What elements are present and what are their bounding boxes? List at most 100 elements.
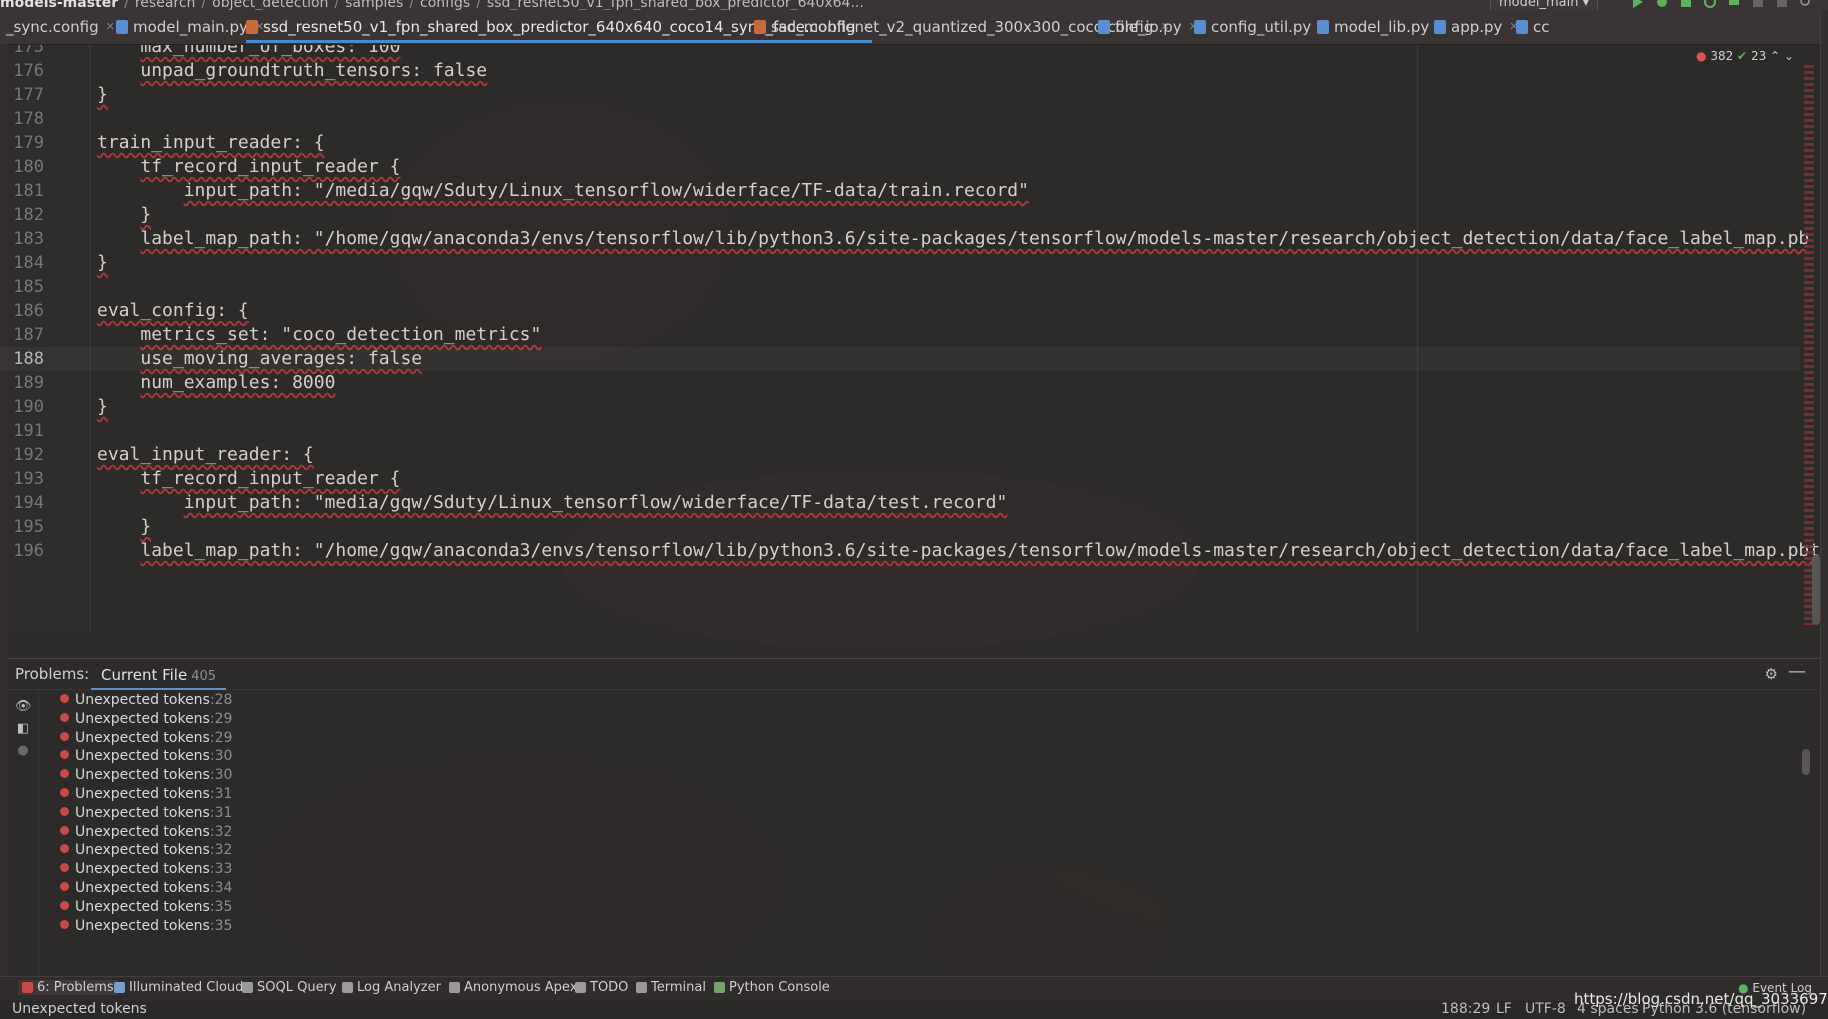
concurrency-icon[interactable] (1728, 0, 1740, 8)
code-line[interactable]: 191 (0, 419, 1800, 443)
problem-line: :35 (209, 898, 233, 915)
problems-header: Problems: Current File 405 ⚙ — (8, 659, 1820, 690)
problem-text: Unexpected tokens (75, 692, 210, 708)
code-line[interactable]: 181 input_path: "/media/gqw/Sduty/Linux_… (0, 179, 1800, 203)
eye-icon[interactable]: 👁 (15, 699, 32, 715)
attach-icon[interactable] (1776, 0, 1788, 8)
chevron-up-icon[interactable]: ⌃ (1770, 49, 1780, 63)
tool-window-6[interactable]: Terminal (636, 980, 706, 995)
line-number: 190 (13, 397, 44, 417)
line-separator[interactable]: LF (1496, 1001, 1512, 1017)
code-text: } (97, 83, 108, 107)
code-line[interactable]: 193 tf_record_input_reader { (0, 467, 1800, 491)
code-line[interactable]: 186 eval_config: { (0, 299, 1800, 323)
right-tool-strip (1820, 10, 1828, 1019)
close-icon[interactable]: ✕ (106, 20, 115, 33)
minimize-icon[interactable]: — (1788, 661, 1806, 682)
breadcrumb-item[interactable]: models-master (0, 0, 118, 10)
code-editor[interactable]: 175 max_number_of_boxes: 100 176 unpad_gr… (0, 45, 1828, 633)
problem-item[interactable]: Unexpected tokens:30 (60, 766, 660, 784)
stop-icon[interactable] (1752, 0, 1764, 8)
code-line[interactable]: 192 eval_input_reader: { (0, 443, 1800, 467)
problem-item[interactable]: Unexpected tokens:33 (60, 860, 660, 878)
tab-current-file[interactable]: Current File 405 (91, 662, 227, 690)
problem-item[interactable]: Unexpected tokens:35 (60, 898, 660, 916)
tab-8[interactable]: cc (1516, 10, 1550, 43)
file-icon (1516, 19, 1528, 34)
tool-window-0[interactable]: 6: Problems (18, 980, 118, 995)
code-line[interactable]: 196 label_map_path: "/home/gqw/anaconda3… (0, 539, 1820, 563)
code-line[interactable]: 187 metrics_set: "coco_detection_metrics… (0, 323, 1800, 347)
problem-item[interactable]: Unexpected tokens:31 (60, 785, 660, 803)
chevron-down-icon[interactable]: ⌄ (1784, 49, 1794, 63)
breadcrumb-separator: / (409, 0, 415, 10)
caret-position[interactable]: 188:29 (1441, 1001, 1490, 1017)
profile-icon[interactable] (1704, 0, 1716, 8)
code-line[interactable]: 177} (0, 83, 1800, 107)
code-line[interactable]: 176 unpad_groundtruth_tensors: false (0, 59, 1800, 83)
tab-4[interactable]: file_io.py✕ (1098, 10, 1198, 43)
line-number: 180 (13, 157, 44, 177)
tab-1[interactable]: model_main.py ✕ (116, 10, 264, 43)
problem-item[interactable]: Unexpected tokens:31 (60, 804, 660, 822)
run-icon[interactable] (1632, 0, 1644, 8)
tab-label: model_lib.py (1334, 17, 1430, 36)
code-line[interactable]: 183 label_map_path: "/home/gqw/anaconda3… (0, 227, 1809, 251)
error-icon (60, 844, 69, 854)
code-line[interactable]: 184} (0, 251, 1800, 275)
breadcrumb-item[interactable]: configs (420, 0, 470, 10)
run-configuration-select[interactable]: model_main ▾ (1490, 0, 1599, 10)
problem-item[interactable]: Unexpected tokens:28 (60, 691, 660, 709)
tool-window-4[interactable]: Anonymous Apex (449, 980, 577, 995)
code-line[interactable]: 185 (0, 275, 1800, 299)
tool-window-label: Anonymous Apex (464, 980, 578, 995)
problem-item[interactable]: Unexpected tokens:32 (60, 841, 660, 859)
code-line[interactable]: 182 } (0, 203, 1800, 227)
tool-window-2[interactable]: SOQL Query (242, 980, 337, 995)
problem-item[interactable]: Unexpected tokens:32 (60, 823, 660, 841)
tab-5[interactable]: config_util.py✕ (1194, 10, 1328, 43)
inspection-widget[interactable]: ● 382 ✔ 23 ⌃ ⌄ (1696, 49, 1794, 63)
debug-icon[interactable] (1656, 0, 1668, 8)
status-bar: Unexpected tokens 188:29 LF UTF-8 4 spac… (0, 1001, 1828, 1019)
code-line[interactable]: 180 tf_record_input_reader { (0, 155, 1800, 179)
file-encoding[interactable]: UTF-8 (1525, 1001, 1566, 1017)
breadcrumb-item[interactable]: research (135, 0, 196, 10)
breadcrumb-item[interactable]: ssd_resnet50_v1_fpn_shared_box_predictor… (487, 0, 864, 10)
code-line[interactable]: 189 num_examples: 8000 (0, 371, 1800, 395)
tab-6[interactable]: model_lib.py✕ (1317, 10, 1445, 43)
tool-window-1[interactable]: Illuminated Cloud (114, 980, 243, 995)
code-line[interactable]: 190} (0, 395, 1800, 419)
breadcrumb-item[interactable]: samples (345, 0, 403, 10)
problem-item[interactable]: Unexpected tokens:29 (60, 710, 660, 728)
code-line[interactable]: 195 } (0, 515, 1800, 539)
code-line[interactable]: 178 (0, 107, 1800, 131)
breadcrumb-item[interactable]: object_detection (212, 0, 328, 10)
tool-window-5[interactable]: TODO (575, 980, 628, 995)
code-line[interactable]: 179 train_input_reader: { (0, 131, 1800, 155)
problem-line: :28 (209, 692, 233, 708)
lightbulb-icon[interactable]: ● (15, 743, 31, 759)
code-text: } (97, 515, 151, 539)
run-config-label: model_main (1499, 0, 1579, 10)
code-line[interactable]: 188 use_moving_averages: false (0, 347, 1800, 371)
search-icon[interactable] (1800, 0, 1812, 8)
gear-icon[interactable]: ⚙ (1765, 665, 1778, 683)
tab-7[interactable]: app.py ✕ (1434, 10, 1519, 43)
problems-scrollbar[interactable] (1802, 749, 1810, 775)
tool-window-3[interactable]: Log Analyzer (342, 980, 441, 995)
tool-window-7[interactable]: Python Console (714, 980, 830, 995)
code-line[interactable]: 175 max_number_of_boxes: 100 (0, 45, 1800, 59)
tab-0[interactable]: _sync.config ✕ (6, 10, 115, 43)
error-stripe-marker[interactable] (1804, 65, 1814, 625)
code-line[interactable]: 194 input_path: "media/gqw/Sduty/Linux_t… (0, 491, 1800, 515)
problem-item[interactable]: Unexpected tokens:30 (60, 747, 660, 765)
problem-item[interactable]: Unexpected tokens:35 (60, 917, 660, 935)
problem-item[interactable]: Unexpected tokens:29 (60, 729, 660, 747)
problem-line: :30 (209, 748, 233, 765)
editor-scrollbar[interactable] (1812, 555, 1820, 625)
editor-tab-bar: _sync.config ✕ model_main.py ✕ ssd_resnet50_… (0, 10, 1828, 45)
preview-icon[interactable]: ◧ (15, 721, 31, 737)
coverage-icon[interactable] (1680, 0, 1692, 8)
problem-item[interactable]: Unexpected tokens:34 (60, 879, 660, 897)
